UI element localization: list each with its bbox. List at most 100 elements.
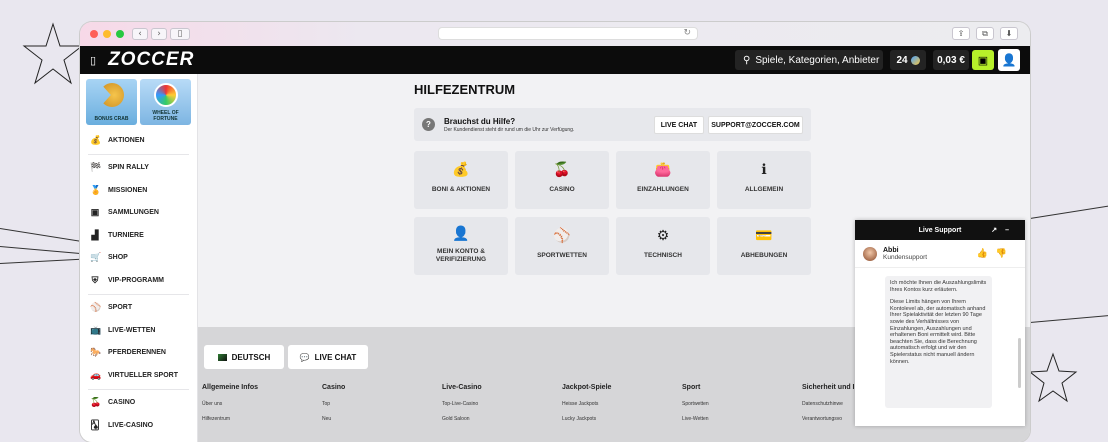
thumbs-up-icon[interactable]: 👍	[977, 248, 996, 258]
wallet-icon: 👛	[654, 161, 672, 177]
share-icon[interactable]: ⇪	[952, 27, 970, 40]
coins-balance[interactable]: 24	[890, 50, 926, 70]
wheel-of-fortune-tile[interactable]: WHEEL OF FORTUNE	[140, 79, 191, 125]
footer-link[interactable]: Sportwetten	[682, 401, 709, 407]
category-label: CASINO	[549, 186, 575, 193]
back-icon[interactable]: ‹	[132, 28, 148, 40]
coins-value: 24	[896, 54, 908, 66]
chat-title: Live Support	[918, 226, 962, 234]
sidebar-item-missionen[interactable]: 🏅 MISSIONEN	[80, 179, 197, 202]
cards-icon: 🂡	[90, 419, 100, 430]
category-label: ALLGEMEIN	[744, 186, 784, 193]
sidebar-item-vip-programm[interactable]: ⛨ VIP-PROGRAMM	[80, 269, 197, 292]
message-paragraph: Diese Limits hängen von Ihrem Kontolevel…	[890, 299, 986, 365]
sidebar-item-label: SPORT	[108, 304, 133, 312]
footer-column: Allgemeine Infos Über uns Hilfezentrum	[202, 384, 258, 422]
sidebar-item-virtueller-sport[interactable]: 🚗 VIRTUELLER SPORT	[80, 364, 197, 387]
sidebar-toggle-icon[interactable]: ▯	[170, 28, 190, 40]
balance-value: 0,03 €	[937, 54, 965, 66]
footer-heading: Sport	[682, 384, 701, 391]
wallet-button[interactable]: ▣	[972, 50, 994, 70]
browser-titlebar: ‹ › ▯ ↻ ⇪ ⧉ ⬇	[80, 22, 1030, 46]
help-heading: Brauchst du Hilfe?	[444, 116, 516, 126]
help-category-card[interactable]: 👤 MEIN KONTO & VERIFIZIERUNG	[414, 217, 508, 275]
user-button[interactable]: 👤	[998, 49, 1020, 71]
tile-label: BONUS CRAB	[94, 116, 129, 122]
help-banner: ? Brauchst du Hilfe? Der Kundendienst st…	[414, 108, 811, 141]
footer-link[interactable]: Verantwortungsvo	[802, 416, 855, 422]
credit-card-icon: 💳	[755, 227, 773, 243]
support-email-button[interactable]: SUPPORT@ZOCCER.COM	[708, 116, 803, 134]
help-category-card[interactable]: 💰 BONI & AKTIONEN	[414, 151, 508, 209]
expand-icon[interactable]: ↗	[991, 227, 1005, 234]
footer-heading: Live-Casino	[442, 384, 482, 391]
sidebar-item-pferderennen[interactable]: 🐎 PFERDERENNEN	[80, 342, 197, 365]
footer-link[interactable]: Gold Saloon	[442, 416, 482, 422]
bonus-crab-icon	[100, 83, 124, 107]
sidebar-item-spin-rally[interactable]: 🏁 SPIN RALLY	[80, 157, 197, 180]
bonus-crab-tile[interactable]: BONUS CRAB	[86, 79, 137, 125]
chat-message: Ich möchte Ihnen die Auszahlungslimits I…	[885, 276, 992, 408]
download-icon[interactable]: ⬇	[1000, 27, 1018, 40]
footer-link[interactable]: Neu	[322, 416, 345, 422]
sidebar-divider	[88, 388, 189, 390]
user-icon: 👤	[1001, 53, 1017, 67]
menu-toggle-icon[interactable]: ▯	[90, 54, 96, 67]
site-logo[interactable]: ZOCCER	[108, 49, 194, 71]
cherries-icon: 🍒	[553, 161, 571, 177]
search-input[interactable]: ⚲ Spiele, Kategorien, Anbieter	[735, 50, 883, 70]
sidebar-item-casino[interactable]: 🍒 CASINO	[80, 392, 197, 415]
help-category-card[interactable]: 🍒 CASINO	[515, 151, 609, 209]
address-bar[interactable]: ↻	[438, 27, 698, 40]
help-category-card[interactable]: 👛 EINZAHLUNGEN	[616, 151, 710, 209]
site-header: ▯ ZOCCER ⚲ Spiele, Kategorien, Anbieter …	[80, 46, 1030, 74]
sidebar-item-sammlungen[interactable]: ▣ SAMMLUNGEN	[80, 202, 197, 225]
sidebar-item-label: LIVE-WETTEN	[108, 326, 156, 334]
help-category-card[interactable]: ⚾ SPORTWETTEN	[515, 217, 609, 275]
category-label: MEIN KONTO & VERIFIZIERUNG	[435, 248, 487, 263]
sidebar-item-label: VIP-PROGRAMM	[108, 276, 164, 284]
footer-link[interactable]: Datenschutzhinwe	[802, 401, 855, 407]
wheel-icon	[154, 83, 178, 107]
footer-live-chat-button[interactable]: 💬 LIVE CHAT	[288, 345, 368, 369]
live-chat-button[interactable]: LIVE CHAT	[654, 116, 704, 134]
star-outline-right	[1028, 352, 1078, 403]
reload-icon[interactable]: ↻	[683, 28, 691, 38]
footer-link[interactable]: Live-Wetten	[682, 416, 709, 422]
footer-link[interactable]: Top-Live-Casino	[442, 401, 482, 407]
sidebar-item-shop[interactable]: 🛒 SHOP	[80, 247, 197, 270]
category-label: SPORTWETTEN	[537, 252, 587, 259]
help-category-card[interactable]: ℹ ALLGEMEIN	[717, 151, 811, 209]
sidebar-item-aktionen[interactable]: 💰 AKTIONEN	[80, 129, 197, 152]
live-support-widget: Live Support ↗– Abbi Kundensupport 👍👎 Ic…	[855, 220, 1025, 426]
forward-icon[interactable]: ›	[151, 28, 167, 40]
sidebar-item-turniere[interactable]: ▟ TURNIERE	[80, 224, 197, 247]
close-window-button[interactable]	[90, 30, 98, 38]
sidebar-item-label: CASINO	[108, 399, 136, 407]
thumbs-down-icon[interactable]: 👎	[996, 248, 1015, 258]
star-outline-left	[22, 22, 84, 85]
language-button[interactable]: DEUTSCH	[204, 345, 284, 369]
sidebar-item-sport[interactable]: ⚾ SPORT	[80, 297, 197, 320]
collection-icon: ▣	[90, 207, 100, 218]
help-category-card[interactable]: ⚙ TECHNISCH	[616, 217, 710, 275]
zoom-window-button[interactable]	[116, 30, 124, 38]
footer-link[interactable]: Top	[322, 401, 345, 407]
sidebar-item-label: MISSIONEN	[108, 186, 148, 194]
sidebar-item-live-casino[interactable]: 🂡 LIVE-CASINO	[80, 414, 197, 437]
money-balance[interactable]: 0,03 €	[933, 50, 969, 70]
footer-link[interactable]: Lucky Jackpots	[562, 416, 611, 422]
minimize-window-button[interactable]	[103, 30, 111, 38]
tabs-icon[interactable]: ⧉	[976, 27, 994, 40]
minimize-icon[interactable]: –	[1005, 227, 1017, 234]
sidebar-item-live-wetten[interactable]: 📺 LIVE-WETTEN	[80, 319, 197, 342]
promo-tiles: BONUS CRAB WHEEL OF FORTUNE	[80, 74, 197, 129]
chat-scrollbar[interactable]	[1018, 338, 1021, 388]
help-category-card[interactable]: 💳 ABHEBUNGEN	[717, 217, 811, 275]
live-chat-label: LIVE CHAT	[314, 352, 357, 362]
money-bag-icon: 💰	[452, 161, 470, 177]
footer-link[interactable]: Über uns	[202, 401, 258, 407]
footer-link[interactable]: Heisse Jackpots	[562, 401, 611, 407]
footer-heading: Jackpot-Spiele	[562, 384, 612, 391]
footer-link[interactable]: Hilfezentrum	[202, 416, 258, 422]
